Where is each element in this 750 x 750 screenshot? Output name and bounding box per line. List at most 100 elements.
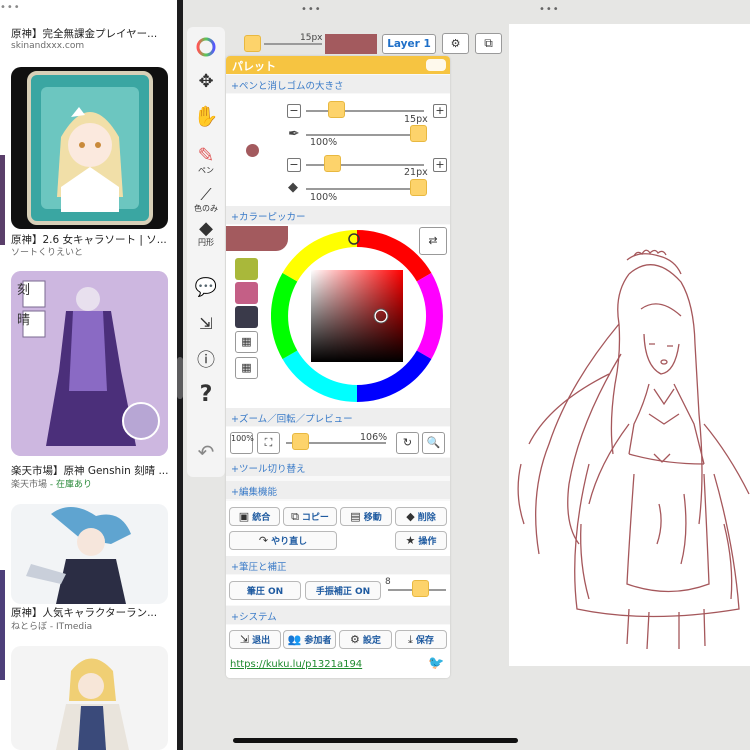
color-wheel[interactable] bbox=[271, 230, 443, 402]
palette-header[interactable]: パレット bbox=[226, 56, 450, 74]
pen-size-knob[interactable] bbox=[328, 101, 345, 118]
pen-tool-button[interactable]: ✎ ペン bbox=[187, 139, 225, 179]
chat-button[interactable]: 💬 bbox=[187, 273, 225, 301]
add-swatch-button[interactable]: ▦ bbox=[235, 331, 258, 353]
eraser-size-plus-button[interactable]: + bbox=[433, 158, 447, 172]
eraser-opacity-track[interactable] bbox=[306, 188, 424, 190]
pen-opacity-knob[interactable] bbox=[410, 125, 427, 142]
eraser-icon: ◆ bbox=[288, 180, 298, 195]
drawing-canvas[interactable] bbox=[509, 24, 750, 666]
pressure-on-button[interactable]: 筆圧 ON bbox=[229, 581, 301, 600]
section-color-picker[interactable]: +カラーピッカー bbox=[226, 206, 450, 224]
color-swatch-3[interactable] bbox=[235, 306, 258, 328]
app-dots[interactable]: ••• bbox=[301, 4, 322, 15]
result-title[interactable]: 原神】人気キャラクターラン... bbox=[11, 605, 171, 620]
chat-icon: 💬 bbox=[194, 276, 218, 298]
preview-button[interactable]: 🔍 bbox=[422, 432, 445, 454]
home-indicator[interactable] bbox=[233, 738, 518, 743]
twitter-icon[interactable]: 🐦 bbox=[428, 656, 444, 671]
eraser-delete-icon: ◆ bbox=[406, 510, 415, 523]
rotate-button[interactable]: ↻ bbox=[396, 432, 419, 454]
help-icon: ? bbox=[199, 381, 213, 407]
section-tool-switch[interactable]: +ツール切り替え bbox=[226, 458, 450, 476]
stabilizer-knob[interactable] bbox=[412, 580, 429, 597]
layer-settings-button[interactable]: ⚙ bbox=[442, 33, 469, 54]
share-link[interactable]: https://kuku.lu/p1321a194 bbox=[230, 659, 362, 670]
exit-button[interactable]: ⇲ bbox=[187, 309, 225, 337]
stabilizer-on-button[interactable]: 手振補正 ON bbox=[305, 581, 381, 600]
save-button[interactable]: ⤓ 保存 bbox=[395, 630, 447, 649]
color-swatch-2[interactable] bbox=[235, 282, 258, 304]
exit-icon: ⇲ bbox=[199, 313, 213, 333]
browser-pane: ••• 原神】完全無課金プレイヤー... skinandxxx.com 原神】2… bbox=[0, 0, 177, 750]
transform-button[interactable]: ⧉ bbox=[475, 33, 502, 54]
undo-button[interactable]: ↶ bbox=[187, 437, 225, 467]
result-title[interactable]: 原神】完全無課金プレイヤー... bbox=[11, 26, 171, 41]
move-icon: ✥ bbox=[198, 70, 214, 92]
costume-label-2: 晴 bbox=[17, 313, 31, 328]
download-icon: ⤓ bbox=[408, 632, 413, 646]
pen-opacity-track[interactable] bbox=[306, 134, 424, 136]
zoom-knob[interactable] bbox=[292, 433, 309, 450]
color-wheel-button[interactable] bbox=[187, 33, 225, 61]
pen-size-plus-button[interactable]: + bbox=[433, 104, 447, 118]
hand-tool-button[interactable]: ✋ bbox=[187, 101, 225, 131]
gear-icon: ⚙ bbox=[350, 633, 360, 646]
palette-title: パレット bbox=[232, 60, 276, 73]
palette-close-button[interactable] bbox=[426, 59, 446, 71]
eraser-size-minus-button[interactable]: − bbox=[287, 158, 301, 172]
undo-icon: ↶ bbox=[197, 440, 215, 464]
pen-size-track[interactable] bbox=[306, 110, 424, 112]
participants-button[interactable]: 👥 参加者 bbox=[283, 630, 336, 649]
canvas-dots[interactable]: ••• bbox=[539, 4, 560, 15]
brush-size-knob[interactable] bbox=[244, 35, 261, 52]
pen-size-minus-button[interactable]: − bbox=[287, 104, 301, 118]
info-button[interactable]: ⓘ bbox=[187, 345, 225, 373]
help-button[interactable]: ? bbox=[187, 379, 225, 409]
section-pressure[interactable]: +筆圧と補正 bbox=[226, 556, 450, 574]
eraser-opacity-knob[interactable] bbox=[410, 179, 427, 196]
window-dots[interactable]: ••• bbox=[0, 2, 21, 13]
eraser-size-knob[interactable] bbox=[324, 155, 341, 172]
result-image-character-2[interactable] bbox=[11, 646, 168, 750]
fit-screen-button[interactable]: ⛶ bbox=[257, 432, 280, 454]
character-image bbox=[26, 506, 131, 604]
redo-button[interactable]: ↷ やり直し bbox=[229, 531, 337, 550]
current-color-chip[interactable] bbox=[325, 34, 377, 54]
brush-size-value: 15px bbox=[300, 33, 323, 43]
color-swatch-1[interactable] bbox=[235, 258, 258, 280]
result-image-costume[interactable] bbox=[11, 271, 168, 456]
copy-button[interactable]: ⧉ コピー bbox=[283, 507, 337, 526]
merge-button[interactable]: ▣ 統合 bbox=[229, 507, 280, 526]
result-source: ソートくりえいと bbox=[11, 248, 84, 258]
move-tool-button[interactable]: ✥ bbox=[187, 67, 225, 95]
info-icon: ⓘ bbox=[197, 350, 215, 371]
result-image-character[interactable] bbox=[11, 504, 168, 604]
operation-button[interactable]: ★ 操作 bbox=[395, 531, 447, 550]
delete-button[interactable]: ◆ 削除 bbox=[395, 507, 447, 526]
section-pen-eraser[interactable]: +ペンと消しゴムの大きさ bbox=[226, 75, 450, 93]
section-edit[interactable]: +編集機能 bbox=[226, 481, 450, 499]
zoom-reset-button[interactable]: 100% bbox=[230, 432, 254, 454]
result-image-card[interactable] bbox=[11, 67, 168, 229]
result-source: skinandxxx.com bbox=[11, 41, 85, 51]
pen-tool-label: ペン bbox=[198, 165, 214, 175]
layer-button[interactable]: Layer 1 bbox=[382, 34, 436, 54]
pen-eraser-panel: − + 15px ✒ 100% − + 21px ◆ 100% bbox=[226, 94, 450, 209]
palette-panel: パレット +ペンと消しゴムの大きさ − + 15px ✒ 100% − + 21… bbox=[226, 56, 450, 678]
brush-size-track[interactable] bbox=[264, 43, 322, 45]
settings-button[interactable]: ⚙ 設定 bbox=[339, 630, 392, 649]
move-button[interactable]: ▤ 移動 bbox=[340, 507, 392, 526]
swatch-settings-button[interactable]: ▦ bbox=[235, 357, 258, 379]
character-image bbox=[56, 658, 129, 750]
pen-icon: ✎ bbox=[197, 142, 215, 167]
color-picker-panel: ▦ ▦ ⇄ bbox=[226, 225, 450, 408]
eraser-tool-button[interactable]: ◆ 円形 bbox=[187, 213, 225, 253]
section-zoom[interactable]: +ズーム／回転／プレビュー bbox=[226, 408, 450, 426]
character-card-image bbox=[27, 71, 153, 225]
exit-room-button[interactable]: ⇲ 退出 bbox=[229, 630, 281, 649]
zoom-value: 106% bbox=[360, 432, 388, 443]
stabilizer-value: 8 bbox=[385, 577, 391, 587]
result-title[interactable]: 楽天市場】原神 Genshin 刻晴 ... bbox=[11, 463, 171, 478]
section-system[interactable]: +システム bbox=[226, 606, 450, 624]
